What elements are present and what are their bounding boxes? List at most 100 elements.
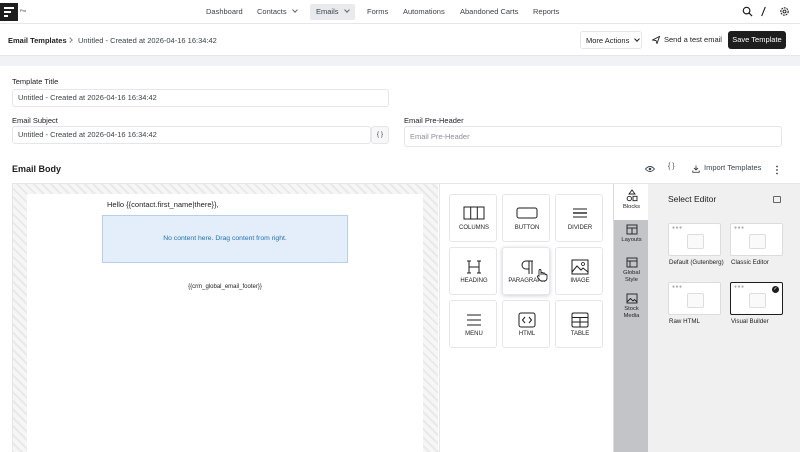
- editor-option-classic-label: Classic Editor: [731, 259, 769, 266]
- block-menu-label: MENU: [465, 331, 483, 337]
- breadcrumb-email-templates[interactable]: Email Templates: [8, 36, 67, 45]
- import-icon: [692, 165, 700, 173]
- block-button[interactable]: BUTTON: [502, 194, 550, 242]
- block-heading[interactable]: HEADING: [449, 247, 497, 295]
- nav-emails[interactable]: Emails: [310, 4, 355, 20]
- tab-layouts-label: Layouts: [621, 237, 642, 243]
- save-template-button[interactable]: Save Template: [728, 31, 786, 49]
- block-table[interactable]: TABLE: [555, 300, 603, 348]
- tab-blocks[interactable]: Blocks: [614, 184, 649, 220]
- collapse-panel-icon[interactable]: [773, 196, 781, 203]
- tab-layouts[interactable]: Layouts: [614, 224, 649, 244]
- pre-header-label: Email Pre-Header: [404, 116, 464, 125]
- nav-automations[interactable]: Automations: [403, 4, 445, 20]
- logo-pro-badge: Pro: [20, 8, 27, 13]
- search-icon[interactable]: [742, 6, 753, 17]
- select-editor-panel: Select Editor ●●● Default (Gutenberg) ●●…: [648, 184, 800, 452]
- editor-preview-thumb: [749, 234, 766, 249]
- nav-contacts-label: Contacts: [257, 7, 287, 16]
- email-subject-input[interactable]: Untitled - Created at 2026-04-16 16:34:4…: [12, 126, 371, 144]
- page-header: Email Templates Untitled - Created at 20…: [0, 24, 800, 56]
- chevron-down-icon: [634, 36, 641, 42]
- breadcrumb-current: Untitled - Created at 2026-04-16 16:34:4…: [78, 36, 217, 45]
- block-html[interactable]: HTML: [502, 300, 550, 348]
- more-actions-label: More Actions: [586, 36, 630, 45]
- block-columns[interactable]: COLUMNS: [449, 194, 497, 242]
- edit-icon[interactable]: [758, 6, 769, 17]
- nav-reports[interactable]: Reports: [533, 4, 559, 20]
- email-editor: Hello {{contact.first_name|there}}, No c…: [12, 183, 800, 452]
- block-image[interactable]: IMAGE: [555, 247, 603, 295]
- editor-option-classic[interactable]: ●●●: [730, 223, 783, 256]
- editor-option-visual-builder[interactable]: ●●● ✓: [730, 282, 783, 315]
- code-toggle-button[interactable]: { }: [668, 163, 675, 170]
- check-icon: ✓: [772, 286, 779, 293]
- merge-tags-button[interactable]: { }: [371, 126, 389, 144]
- more-actions-button[interactable]: More Actions: [580, 31, 642, 49]
- chevron-down-icon: [291, 7, 298, 13]
- image-icon: [571, 259, 589, 275]
- block-html-label: HTML: [518, 331, 536, 337]
- template-title-input[interactable]: Untitled - Created at 2026-04-16 16:34:4…: [12, 89, 389, 107]
- block-columns-label: COLUMNS: [458, 225, 489, 231]
- nav-forms[interactable]: Forms: [367, 4, 388, 20]
- heading-icon: [467, 260, 481, 274]
- divider-icon: [573, 208, 587, 218]
- block-button-label: BUTTON: [514, 225, 540, 231]
- import-templates-label: Import Templates: [704, 163, 762, 172]
- email-body-title: Email Body: [12, 164, 62, 174]
- paragraph-icon: [521, 260, 533, 274]
- global-style-icon: [626, 257, 637, 268]
- editor-option-default-gutenberg[interactable]: ●●●: [668, 223, 721, 256]
- editor-option-default-label: Default (Gutenberg): [669, 259, 724, 266]
- block-image-label: IMAGE: [570, 278, 590, 284]
- nav-abandoned-carts[interactable]: Abandoned Carts: [460, 4, 518, 20]
- more-vertical-icon[interactable]: [775, 165, 779, 175]
- html-icon: [518, 312, 536, 328]
- editor-preview-thumb: [687, 293, 704, 308]
- hand-cursor-icon: [536, 269, 548, 282]
- window-dots-icon: ●●●: [672, 284, 683, 290]
- send-icon: [652, 36, 660, 44]
- drop-zone[interactable]: No content here. Drag content from right…: [102, 215, 348, 263]
- top-navigation: Pro Dashboard Contacts Emails Forms Auto…: [0, 0, 800, 24]
- email-document: Hello {{contact.first_name|there}}, No c…: [27, 194, 423, 452]
- block-paragraph[interactable]: PARAGRAPH: [502, 247, 550, 295]
- tab-global-style[interactable]: Global Style: [614, 257, 649, 284]
- chevron-right-icon: [67, 37, 73, 43]
- shapes-icon: [626, 189, 637, 202]
- email-subject-label: Email Subject: [12, 116, 58, 125]
- layouts-icon: [626, 224, 637, 235]
- window-dots-icon: ●●●: [672, 225, 683, 231]
- tab-stock-media[interactable]: Stock Media: [614, 293, 649, 320]
- eye-icon[interactable]: [645, 165, 655, 173]
- block-menu[interactable]: MENU: [449, 300, 497, 348]
- editor-preview-thumb: [749, 293, 766, 308]
- tab-global-style-label: Global Style: [623, 270, 640, 284]
- button-icon: [516, 207, 538, 219]
- send-test-email-label: Send a test email: [664, 35, 722, 44]
- block-divider[interactable]: DIVIDER: [555, 194, 603, 242]
- footer-shortcode[interactable]: {{crm_global_email_footer}}: [27, 284, 423, 290]
- block-table-label: TABLE: [570, 331, 590, 337]
- editor-option-raw-html[interactable]: ●●●: [668, 282, 721, 315]
- nav-contacts[interactable]: Contacts: [257, 4, 298, 20]
- fluentcrm-logo[interactable]: [0, 3, 18, 21]
- editor-option-visual-builder-label: Visual Builder: [731, 318, 769, 325]
- send-test-email-button[interactable]: Send a test email: [648, 31, 724, 49]
- blocks-panel: COLUMNS BUTTON DIVIDER HEADING PARAGRAPH…: [439, 184, 613, 452]
- import-templates-button[interactable]: Import Templates: [685, 160, 767, 178]
- greeting-text[interactable]: Hello {{contact.first_name|there}},: [107, 200, 219, 209]
- nav-dashboard[interactable]: Dashboard: [206, 4, 243, 20]
- window-dots-icon: ●●●: [734, 284, 745, 290]
- menu-icon: [467, 314, 481, 326]
- template-title-label: Template Title: [12, 77, 59, 86]
- select-editor-title: Select Editor: [668, 194, 717, 204]
- tab-blocks-label: Blocks: [622, 204, 641, 210]
- tab-stock-media-label: Stock Media: [623, 306, 640, 320]
- nav-emails-label: Emails: [316, 7, 339, 16]
- stock-media-icon: [626, 293, 637, 304]
- block-heading-label: HEADING: [460, 278, 488, 284]
- pre-header-input[interactable]: Email Pre-Header: [404, 126, 782, 147]
- settings-icon[interactable]: [779, 6, 790, 17]
